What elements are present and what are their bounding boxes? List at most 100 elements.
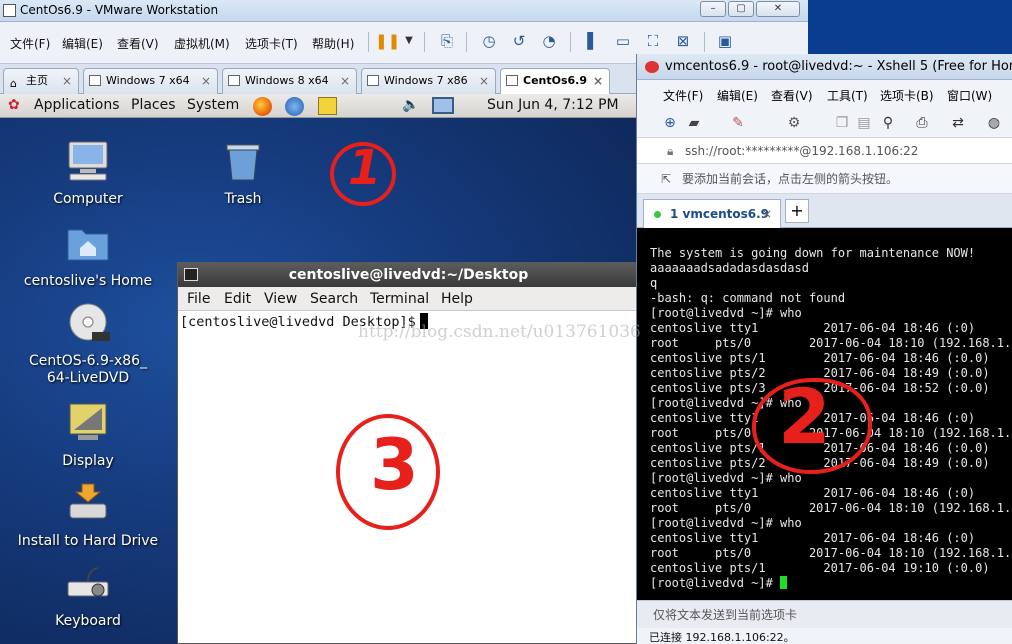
- xshell-address-bar[interactable]: 🔒︎ ssh://root:*********@192.168.1.106:22: [637, 138, 1012, 164]
- evolution-icon[interactable]: [285, 97, 304, 116]
- desktop-icon-display[interactable]: Display: [38, 402, 138, 470]
- tab-windows7-x86[interactable]: Windows 7 x86 ×: [361, 68, 496, 94]
- xshell-address: ssh://root:*********@192.168.1.106:22: [685, 144, 919, 158]
- annotation-number-3: 3: [370, 424, 419, 506]
- unity-icon[interactable]: ⊠: [672, 30, 694, 52]
- maximize-button[interactable]: ▢: [728, 1, 754, 17]
- desktop-icon-home[interactable]: centoslive's Home: [20, 222, 156, 290]
- desktop-icon-keyboard[interactable]: Keyboard: [38, 562, 138, 630]
- tab-windows8-x64[interactable]: Windows 8 x64 ×: [222, 68, 357, 94]
- desktop-icon-livedvd[interactable]: CentOS-6.9-x86_ 64-LiveDVD: [20, 302, 156, 387]
- minimize-button[interactable]: –: [700, 1, 726, 17]
- connect-icon[interactable]: ✎: [727, 112, 749, 134]
- notes-icon[interactable]: [318, 97, 337, 115]
- properties-icon[interactable]: ⚙: [783, 112, 805, 134]
- xshell-menu-edit[interactable]: 编辑(E): [717, 87, 758, 104]
- desktop-icon-computer[interactable]: Computer: [38, 140, 138, 208]
- fullscreen-icon[interactable]: ⛶: [642, 30, 664, 52]
- menu-places[interactable]: Places: [131, 97, 176, 113]
- install-icon: [69, 483, 107, 519]
- menu-system[interactable]: System: [187, 97, 239, 113]
- close-icon[interactable]: ×: [62, 69, 72, 93]
- terminal-menu-terminal[interactable]: Terminal: [370, 291, 429, 307]
- snapshot-icon[interactable]: ◷: [478, 30, 500, 52]
- chevron-down-icon[interactable]: ▼: [398, 30, 420, 52]
- xshell-menu-window[interactable]: 窗口(W): [947, 87, 992, 104]
- xshell-menu-view[interactable]: 查看(V): [771, 87, 813, 104]
- library-icon[interactable]: ▣: [714, 30, 736, 52]
- xshell-tab-session[interactable]: 1 vmcentos6.9 ×: [643, 199, 781, 228]
- xshell-hint-text: 要添加当前会话，点击左侧的箭头按钮。: [682, 172, 899, 186]
- pause-icon[interactable]: ❚❚: [375, 30, 400, 52]
- new-tab-button[interactable]: +: [785, 199, 809, 223]
- revert-snapshot-icon[interactable]: ↺: [508, 30, 530, 52]
- xshell-menu-tools[interactable]: 工具(T): [827, 87, 868, 104]
- desktop-icon-install[interactable]: Install to Hard Drive: [10, 482, 166, 550]
- open-folder-icon[interactable]: ▰: [683, 112, 705, 134]
- xshell-terminal-line: centoslive pts/1 2017-06-04 19:10 (:0.0): [650, 561, 990, 575]
- close-icon[interactable]: ×: [201, 69, 211, 93]
- paste-icon[interactable]: ▤: [853, 112, 875, 134]
- terminal-menu-edit[interactable]: Edit: [224, 291, 251, 307]
- menu-edit[interactable]: 编辑(E): [62, 35, 103, 52]
- keyboard-icon: [67, 567, 109, 597]
- xshell-menu-bar: 文件(F) 编辑(E) 查看(V) 工具(T) 选项卡(B) 窗口(W): [637, 80, 1012, 108]
- xshell-terminal-line: centoslive pts/1 2017-06-04 18:46 (:0.0): [650, 351, 990, 365]
- sidebar-view-icon[interactable]: ▌: [582, 30, 604, 52]
- menu-view[interactable]: 查看(V): [117, 35, 159, 52]
- tab-label: Windows 7 x86: [384, 74, 468, 87]
- terminal-menu-bar: File Edit View Search Terminal Help: [178, 287, 639, 311]
- tab-centos69[interactable]: CentOs6.9 ×: [500, 68, 610, 95]
- desktop-icon-label: Display: [62, 453, 114, 469]
- menu-tabs[interactable]: 选项卡(T): [245, 35, 298, 52]
- xshell-send-bar[interactable]: 仅将文本发送到当前选项卡: [637, 600, 1012, 628]
- xshell-terminal-prompt: [root@livedvd ~]#: [650, 576, 781, 590]
- toolbar-separator: [424, 32, 425, 52]
- firefox-icon[interactable]: [253, 97, 272, 116]
- tab-label: Windows 8 x64: [245, 74, 329, 87]
- terminal-title: centoslive@livedvd:~/Desktop: [288, 267, 529, 283]
- send-ctrl-alt-del-icon[interactable]: ⎘: [436, 30, 458, 52]
- tab-label: Windows 7 x64: [106, 74, 190, 87]
- print-icon[interactable]: ⎙: [911, 112, 933, 134]
- panel-clock[interactable]: Sun Jun 4, 7:12 PM: [487, 97, 619, 113]
- transfer-icon[interactable]: ⇄: [947, 112, 969, 134]
- network-icon[interactable]: [432, 97, 454, 114]
- close-icon[interactable]: ×: [593, 69, 603, 93]
- terminal-menu-help[interactable]: Help: [441, 291, 473, 307]
- close-icon[interactable]: ×: [340, 69, 350, 93]
- menu-help[interactable]: 帮助(H): [312, 35, 354, 52]
- close-button[interactable]: ✕: [756, 1, 800, 17]
- annotation-number-2: 2: [778, 372, 831, 461]
- vm-icon: [367, 75, 379, 86]
- globe-icon[interactable]: ◍: [983, 112, 1005, 134]
- xshell-title-bar: vmcentos6.9 - root@livedvd:~ - Xshell 5 …: [637, 54, 1012, 80]
- snapshot-manager-icon[interactable]: ◔: [538, 30, 560, 52]
- toolbar-separator: [570, 32, 571, 52]
- add-session-arrow-icon[interactable]: ⇱: [661, 164, 671, 194]
- xshell-menu-file[interactable]: 文件(F): [663, 87, 703, 104]
- tab-home[interactable]: ⌂ 主页 ×: [3, 68, 79, 94]
- copy-icon[interactable]: ❐: [831, 112, 853, 134]
- menu-file[interactable]: 文件(F): [10, 35, 50, 52]
- close-icon[interactable]: ×: [479, 69, 489, 93]
- tab-windows7-x64[interactable]: Windows 7 x64 ×: [83, 68, 218, 94]
- volume-icon[interactable]: 🔈: [402, 97, 419, 113]
- connected-status-icon: [654, 211, 661, 218]
- close-icon[interactable]: ×: [762, 200, 772, 228]
- watermark: http://blog.csdn.net/u013761036: [358, 322, 641, 342]
- xshell-send-text: 仅将文本发送到当前选项卡: [653, 608, 798, 622]
- xshell-terminal-line: -bash: q: command not found: [650, 291, 846, 305]
- xshell-menu-tabs[interactable]: 选项卡(B): [880, 87, 934, 104]
- terminal-menu-file[interactable]: File: [187, 291, 210, 307]
- desktop-icon-trash[interactable]: Trash: [193, 140, 293, 208]
- toolbar-separator: [704, 32, 705, 52]
- terminal-menu-view[interactable]: View: [264, 291, 297, 307]
- find-icon[interactable]: ⚲: [877, 112, 899, 134]
- menu-vm[interactable]: 虚拟机(M): [174, 35, 230, 52]
- console-view-icon[interactable]: ▭: [612, 30, 634, 52]
- menu-applications[interactable]: Applications: [34, 97, 120, 113]
- new-session-icon[interactable]: ⊕: [659, 112, 681, 134]
- terminal-menu-search[interactable]: Search: [310, 291, 358, 307]
- dvd-icon: [69, 303, 110, 341]
